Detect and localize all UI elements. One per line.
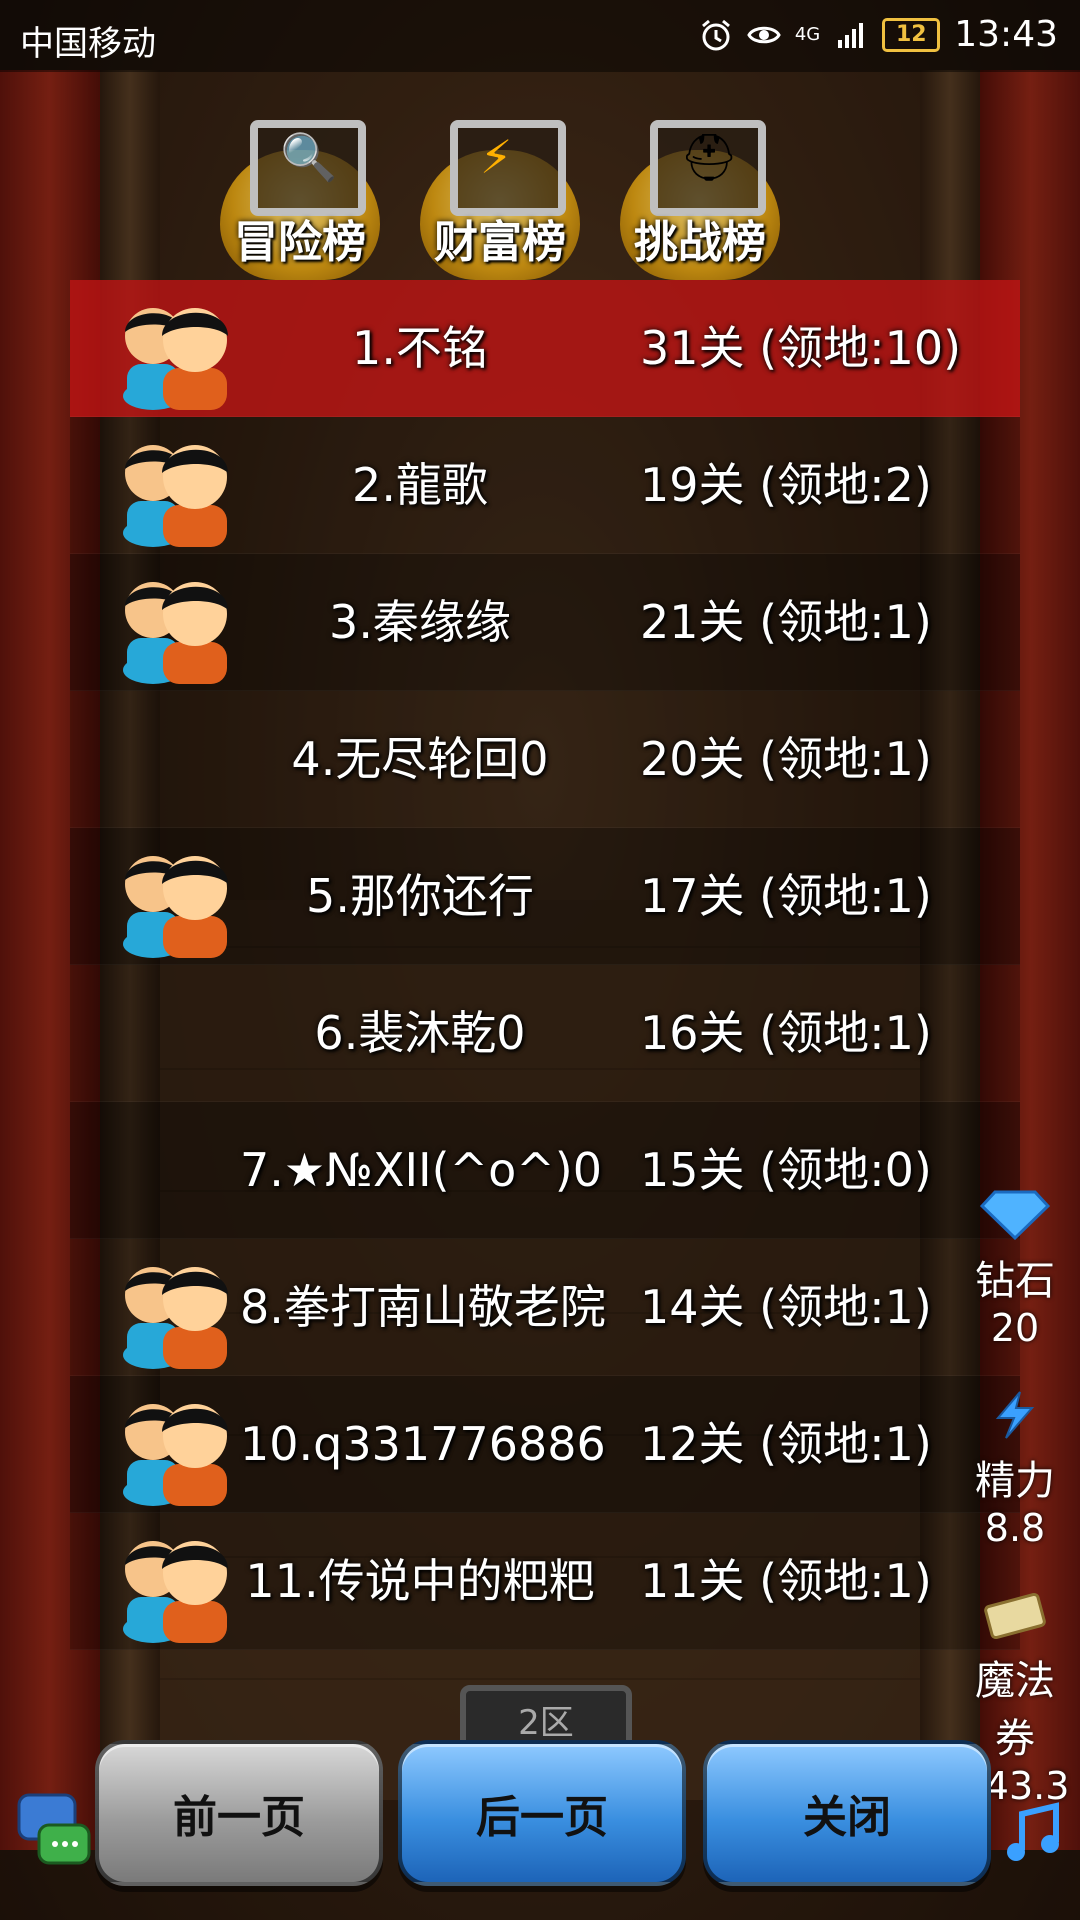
ranking-row[interactable]: 6.裴沐乾0 16关 (领地:1) bbox=[70, 965, 1020, 1102]
prev-page-button[interactable]: 前一页 bbox=[95, 1740, 383, 1886]
player-score: 17关 (领地:1) bbox=[640, 869, 932, 923]
player-name: 1.不铭 bbox=[352, 321, 488, 375]
diamond-counter[interactable]: 钻石 20 bbox=[960, 1190, 1070, 1350]
knight-helmet-icon: ⛑ bbox=[680, 130, 739, 184]
player-avatar-icon bbox=[105, 1245, 245, 1369]
energy-label: 精力 bbox=[975, 1458, 1055, 1504]
player-avatar-icon bbox=[105, 834, 245, 958]
diamond-label: 钻石 bbox=[975, 1258, 1055, 1304]
player-avatar-icon bbox=[105, 1519, 245, 1643]
player-name: 4.无尽轮回0 bbox=[291, 732, 549, 786]
tab-label: 冒险榜 bbox=[234, 217, 366, 268]
player-score: 12关 (领地:1) bbox=[640, 1417, 932, 1471]
ticket-icon bbox=[984, 1592, 1046, 1640]
player-name: 6.裴沐乾0 bbox=[314, 1006, 526, 1060]
energy-counter[interactable]: 精力 8.8 bbox=[960, 1390, 1070, 1550]
ranking-row[interactable]: 10.q331776886 12关 (领地:1) bbox=[70, 1376, 1020, 1513]
diamond-value: 20 bbox=[990, 1306, 1040, 1350]
player-name: 8.拳打南山敬老院 bbox=[240, 1280, 606, 1334]
tab-label: 挑战榜 bbox=[634, 217, 766, 268]
chat-icon[interactable] bbox=[15, 1785, 95, 1875]
ranking-row[interactable]: 11.传说中的粑粑 11关 (领地:1) bbox=[70, 1513, 1020, 1650]
tab-adventure[interactable]: 🔍 冒险榜 bbox=[200, 110, 400, 280]
magnifier-icon: 🔍 bbox=[280, 130, 338, 184]
player-name: 5.那你还行 bbox=[306, 869, 534, 923]
player-avatar-icon bbox=[105, 1382, 245, 1506]
player-score: 15关 (领地:0) bbox=[640, 1143, 932, 1197]
music-icon[interactable] bbox=[998, 1800, 1068, 1870]
leaderboard-tabs: 🔍 冒险榜 ⚡ 财富榜 ⛑ 挑战榜 bbox=[200, 110, 900, 280]
ranking-row[interactable]: 4.无尽轮回0 20关 (领地:1) bbox=[70, 691, 1020, 828]
ranking-row[interactable]: 2.龍歌 19关 (领地:2) bbox=[70, 417, 1020, 554]
diamond-icon bbox=[979, 1190, 1051, 1241]
player-avatar-icon bbox=[105, 286, 245, 410]
status-bar: 中国移动 4G 12 13:43 bbox=[0, 0, 1080, 72]
player-name: 7.★№XII(^o^)0 bbox=[240, 1143, 603, 1197]
player-score: 11关 (领地:1) bbox=[640, 1554, 932, 1608]
close-button[interactable]: 关闭 bbox=[703, 1740, 991, 1886]
tab-wealth[interactable]: ⚡ 财富榜 bbox=[400, 110, 600, 280]
player-score: 19关 (领地:2) bbox=[640, 458, 932, 512]
carrier-name: 中国移动 bbox=[20, 24, 156, 64]
battery-indicator: 12 bbox=[882, 17, 941, 52]
ranking-row[interactable]: 3.秦缘缘 21关 (领地:1) bbox=[70, 554, 1020, 691]
player-score: 14关 (领地:1) bbox=[640, 1280, 932, 1334]
player-name: 3.秦缘缘 bbox=[329, 595, 511, 649]
network-type: 4G bbox=[794, 24, 821, 45]
player-name: 11.传说中的粑粑 bbox=[245, 1554, 595, 1608]
next-page-button[interactable]: 后一页 bbox=[398, 1740, 686, 1886]
ranking-row[interactable]: 5.那你还行 17关 (领地:1) bbox=[70, 828, 1020, 965]
player-avatar-icon bbox=[105, 423, 245, 547]
energy-value: 8.8 bbox=[984, 1506, 1046, 1550]
player-name: 2.龍歌 bbox=[352, 458, 488, 512]
ranking-list: 1.不铭 31关 (领地:10) 2.龍歌 19关 (领地:2) 3.秦缘缘 21关 … bbox=[70, 280, 1020, 1650]
tab-label: 财富榜 bbox=[434, 217, 566, 268]
ranking-row[interactable]: 8.拳打南山敬老院 14关 (领地:1) bbox=[70, 1239, 1020, 1376]
ranking-row[interactable]: 7.★№XII(^o^)0 15关 (领地:0) bbox=[70, 1102, 1020, 1239]
signal-icon bbox=[838, 22, 864, 48]
energy-icon bbox=[995, 1391, 1035, 1439]
player-score: 31关 (领地:10) bbox=[640, 321, 962, 375]
ranking-row[interactable]: 1.不铭 31关 (领地:10) bbox=[70, 280, 1020, 417]
wealth-icon: ⚡ bbox=[480, 130, 513, 184]
clock: 13:43 bbox=[954, 14, 1058, 55]
player-score: 21关 (领地:1) bbox=[640, 595, 932, 649]
player-score: 20关 (领地:1) bbox=[640, 732, 932, 786]
player-score: 16关 (领地:1) bbox=[640, 1006, 932, 1060]
player-avatar-icon bbox=[105, 560, 245, 684]
tab-challenge[interactable]: ⛑ 挑战榜 bbox=[600, 110, 800, 280]
alarm-icon bbox=[701, 19, 730, 50]
player-name: 10.q331776886 bbox=[240, 1417, 606, 1471]
eye-icon bbox=[747, 26, 781, 43]
